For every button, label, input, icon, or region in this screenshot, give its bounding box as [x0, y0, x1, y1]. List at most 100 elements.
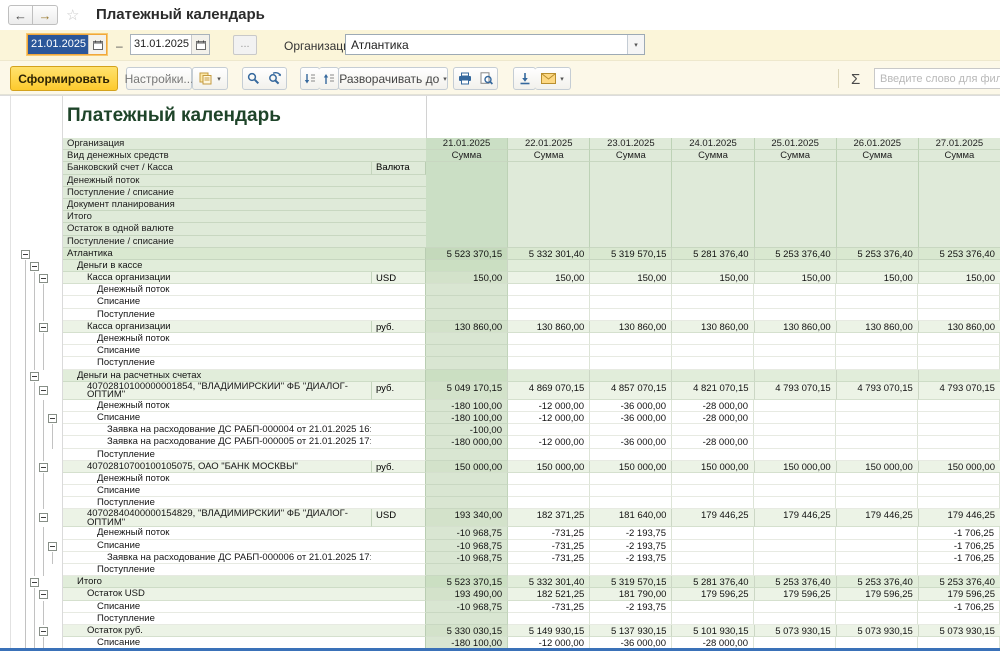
table-row[interactable]: 40702810100000001854, "ВЛАДИМИРСКИЙ" ФБ … — [11, 382, 1000, 400]
date-column-header[interactable]: 25.01.2025 — [755, 138, 837, 150]
email-button[interactable]: ▾ — [535, 67, 571, 90]
search-next-button[interactable] — [264, 67, 287, 90]
date-column-header[interactable]: 22.01.2025 — [508, 138, 590, 150]
date-to-input[interactable]: 31.01.2025 — [131, 35, 191, 54]
table-row[interactable]: Денежный поток — [11, 473, 1000, 485]
amount-cell — [754, 424, 836, 436]
table-row[interactable]: Денежный поток-10 968,75-731,25-2 193,75… — [11, 527, 1000, 539]
amount-cell — [918, 400, 1000, 412]
calendar-button[interactable] — [191, 35, 209, 54]
collapse-expander[interactable] — [39, 386, 48, 395]
table-row[interactable]: Списание — [11, 485, 1000, 497]
print-preview-button[interactable] — [475, 67, 498, 90]
amount-cell — [426, 333, 508, 345]
table-row[interactable]: Списание-10 968,75-731,25-2 193,75-1 706… — [11, 540, 1000, 552]
save-button[interactable] — [513, 67, 536, 90]
search-button[interactable] — [242, 67, 265, 90]
generate-button[interactable]: Сформировать — [10, 66, 118, 91]
collapse-rows-button[interactable] — [300, 67, 320, 90]
amount-cell — [836, 540, 918, 552]
table-row[interactable]: Поступление — [11, 449, 1000, 461]
collapse-expander[interactable] — [39, 627, 48, 636]
table-row[interactable]: Заявка на расходование ДС РАБП-000004 от… — [11, 424, 1000, 436]
collapse-expander[interactable] — [39, 274, 48, 283]
table-row[interactable]: Поступление — [11, 613, 1000, 625]
date-column-header[interactable]: 24.01.2025 — [672, 138, 754, 150]
table-row[interactable]: Остаток USD193 490,00182 521,25181 790,0… — [11, 588, 1000, 600]
tree-guide-line — [34, 309, 35, 321]
table-body-block: Атлантика5 523 370,155 332 301,405 319 5… — [11, 248, 1000, 649]
collapse-expander[interactable] — [30, 372, 39, 381]
tree-guide-line — [34, 540, 35, 552]
expand-to-button[interactable]: Разворачивать до ▾ — [338, 67, 448, 90]
amount-cell: 4 857 070,15 — [590, 382, 672, 400]
collapse-expander[interactable] — [48, 542, 57, 551]
amount-cell — [590, 564, 672, 576]
period-options-button[interactable]: ... — [233, 35, 257, 55]
table-row[interactable]: Списание — [11, 345, 1000, 357]
table-row[interactable]: Заявка на расходование ДС РАБП-000005 от… — [11, 436, 1000, 448]
amount-cell — [590, 296, 672, 308]
tree-gutter — [11, 309, 63, 321]
collapse-expander[interactable] — [39, 463, 48, 472]
table-row[interactable]: Поступление — [11, 564, 1000, 576]
amount-cell: 130 860,00 — [837, 321, 919, 333]
table-row[interactable]: Касса организацииUSD150,00150,00150,0015… — [11, 272, 1000, 284]
table-row[interactable]: Денежный поток — [11, 284, 1000, 296]
calendar-icon — [93, 40, 103, 50]
amount-cell: 130 860,00 — [590, 321, 672, 333]
collapse-expander[interactable] — [30, 262, 39, 271]
table-row[interactable]: Денежный поток — [11, 333, 1000, 345]
table-row[interactable]: 40702810700100105075, ОАО "БАНК МОСКВЫ"р… — [11, 461, 1000, 473]
date-from-field[interactable]: 21.01.2025 — [27, 34, 107, 55]
table-row[interactable]: Деньги на расчетных счетах — [11, 370, 1000, 382]
table-row[interactable]: Остаток руб.5 330 030,155 149 930,155 13… — [11, 625, 1000, 637]
header-filler-cell — [919, 175, 1000, 187]
date-column-header[interactable]: 23.01.2025 — [590, 138, 672, 150]
table-row[interactable]: Заявка на расходование ДС РАБП-000006 от… — [11, 552, 1000, 564]
table-row[interactable]: Списание-10 968,75-731,25-2 193,75-1 706… — [11, 601, 1000, 613]
date-to-field[interactable]: 31.01.2025 — [130, 34, 210, 55]
date-column-header[interactable]: 26.01.2025 — [837, 138, 919, 150]
table-row[interactable]: Касса организациируб.130 860,00130 860,0… — [11, 321, 1000, 333]
forward-button[interactable]: → — [33, 5, 58, 25]
table-row[interactable]: Поступление — [11, 309, 1000, 321]
table-row[interactable]: Списание-180 100,00-12 000,00-36 000,00-… — [11, 412, 1000, 424]
table-row[interactable]: Поступление — [11, 357, 1000, 369]
table-row[interactable]: Поступление — [11, 497, 1000, 509]
settings-button[interactable]: Настройки... — [126, 67, 192, 90]
collapse-expander[interactable] — [21, 250, 30, 259]
amount-cell: 130 860,00 — [919, 321, 1000, 333]
tree-guide-line — [34, 564, 35, 576]
date-column-header[interactable]: 21.01.2025 — [426, 138, 508, 150]
tree-guide-line — [52, 424, 53, 436]
report-variants-button[interactable]: ▾ — [192, 67, 228, 90]
collapse-expander[interactable] — [39, 590, 48, 599]
table-row[interactable]: Денежный поток-180 100,00-12 000,00-36 0… — [11, 400, 1000, 412]
filter-input[interactable] — [874, 68, 1000, 89]
calendar-button[interactable] — [88, 35, 106, 54]
table-row[interactable]: Итого5 523 370,155 332 301,405 319 570,1… — [11, 576, 1000, 588]
amount-cell: -12 000,00 — [508, 436, 590, 448]
date-column-header[interactable]: 27.01.2025 — [919, 138, 1000, 150]
tree-guide-line — [34, 284, 35, 296]
collapse-expander[interactable] — [30, 578, 39, 587]
organization-select[interactable]: Атлантика ▾ — [345, 34, 645, 55]
date-from-input[interactable]: 21.01.2025 — [28, 35, 88, 54]
back-button[interactable]: ← — [8, 5, 33, 25]
print-button[interactable] — [453, 67, 476, 90]
currency-cell — [371, 248, 426, 260]
table-row[interactable]: Списание — [11, 296, 1000, 308]
collapse-expander[interactable] — [39, 323, 48, 332]
dropdown-button[interactable]: ▾ — [627, 35, 644, 54]
table-row[interactable]: 40702840400000154829, "ВЛАДИМИРСКИЙ" ФБ … — [11, 509, 1000, 527]
favorite-star-icon[interactable]: ☆ — [66, 6, 79, 24]
collapse-expander[interactable] — [48, 414, 57, 423]
table-row[interactable]: Атлантика5 523 370,155 332 301,405 319 5… — [11, 248, 1000, 260]
row-values — [426, 284, 1000, 296]
collapse-expander[interactable] — [39, 513, 48, 522]
header-row-label: Организация — [63, 138, 426, 150]
expand-rows-button[interactable] — [319, 67, 339, 90]
table-row[interactable]: Деньги в кассе — [11, 260, 1000, 272]
amount-cell — [672, 333, 754, 345]
